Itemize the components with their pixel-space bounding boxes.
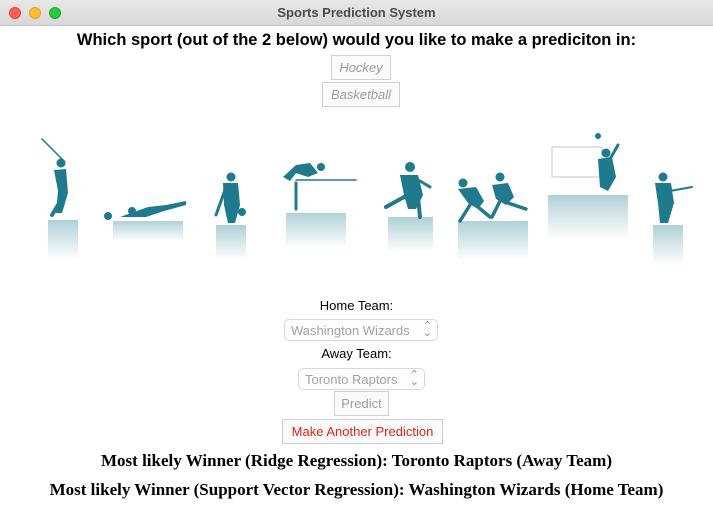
football-player-silhouette [384,162,432,219]
predict-button[interactable]: Predict [334,391,389,416]
home-team-value: Washington Wizards [291,322,410,338]
make-another-prediction-button[interactable]: Make Another Prediction [282,419,443,444]
athletes-banner-image [41,133,693,265]
home-team-select[interactable]: Washington Wizards ⌃ ⌄ [284,319,438,341]
golfer-silhouette [41,138,68,217]
high-jumper-silhouette [283,163,357,211]
basketball-player-silhouette [214,172,246,223]
hockey-button[interactable]: Hockey [331,55,391,80]
basketball-button[interactable]: Basketball [322,82,400,107]
svr-result: Most likely Winner (Support Vector Regre… [49,480,664,499]
volleyball-player-silhouette [551,133,620,191]
sport-question: Which sport (out of the 2 below) would y… [76,31,637,49]
title-bar: Sports Prediction System [0,0,713,26]
diver-silhouette [104,201,186,220]
window-title: Sports Prediction System [277,5,436,20]
hockey-player-silhouette [655,172,693,223]
away-team-label: Away Team: [321,346,392,361]
ridge-regression-result: Most likely Winner (Ridge Regression): T… [101,451,612,470]
away-team-select[interactable]: Toronto Raptors ⌃ ⌄ [298,368,425,390]
up-down-chevron-icon: ⌃ ⌄ [409,369,419,388]
away-team-value: Toronto Raptors [305,371,398,387]
up-down-chevron-icon: ⌃ ⌄ [422,320,432,339]
home-team-label: Home Team: [319,298,394,313]
runners-silhouette [458,172,528,223]
